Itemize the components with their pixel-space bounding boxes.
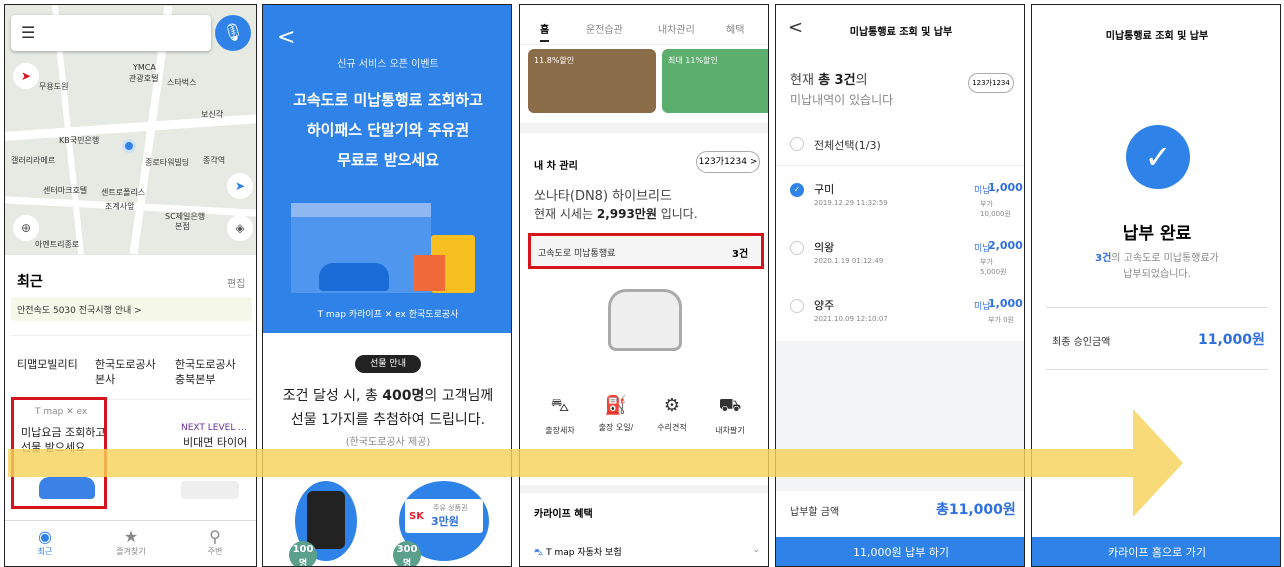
pay-button[interactable]: 11,000원 납부 하기	[776, 537, 1024, 566]
back-icon[interactable]: <	[277, 25, 295, 50]
home-button[interactable]: 카라이프 홈으로 가기	[1032, 537, 1280, 566]
recent-tile[interactable]: 티맵모빌리티	[17, 357, 78, 372]
event-label: 신규 서비스 오픈 이벤트	[337, 59, 439, 70]
poi-label: 아멘트리종로	[35, 240, 80, 249]
check-icon: ✓	[1126, 125, 1190, 189]
headline: 고속도로 미납통행료 조회하고 하이패스 단말기와 주유권 무료로 받으세요	[293, 91, 483, 169]
notice-banner[interactable]: 안전속도 5030 전국시행 안내 >	[11, 297, 252, 321]
poi-label: 스타벅스	[167, 78, 197, 87]
checkbox[interactable]	[790, 299, 804, 313]
search-bar[interactable]: ☰	[11, 15, 211, 51]
car-icon	[608, 289, 682, 351]
insurance-row[interactable]: ⛍ T map 자동차 보험 ⌄	[534, 545, 760, 559]
done-title: 납부 완료	[1122, 224, 1192, 244]
car-price: 현재 시세는 2,993만원 입니다.	[534, 207, 698, 221]
mic-icon[interactable]: 🎙	[215, 15, 251, 51]
recent-tile[interactable]: 한국도로공사 충북본부	[175, 357, 236, 387]
poi-label: 보신각	[201, 110, 224, 119]
menu-icon[interactable]: ☰	[21, 23, 35, 42]
nav-recent[interactable]: ◉ 최근	[15, 527, 75, 557]
checkbox[interactable]	[790, 241, 804, 255]
target-icon[interactable]: ⊕	[13, 215, 39, 241]
checkbox[interactable]	[790, 137, 804, 151]
tab-benefit[interactable]: 혜택	[726, 21, 744, 36]
flow-arrow	[8, 409, 1183, 517]
highlight-box	[528, 233, 764, 269]
pin-icon: ⚲	[209, 527, 221, 546]
recent-title: 최근	[17, 274, 43, 290]
star-icon: ★	[123, 527, 139, 546]
chevron-down-icon: ⌄	[752, 545, 760, 555]
summary-line-2: 미납내역이 있습니다	[790, 93, 894, 107]
done-msg-2: 납부되었습니다.	[1123, 269, 1191, 280]
plate-chip[interactable]: 123가1234	[968, 73, 1014, 93]
layers-icon[interactable]: ◈	[227, 215, 253, 241]
plate-button[interactable]: 123가1234 >	[696, 151, 760, 173]
poi-label: 본점	[175, 222, 190, 231]
poi-label: 관광호텔	[129, 74, 159, 83]
toll-gate-illustration	[291, 203, 431, 293]
poi-label: 조계사앞	[105, 202, 135, 211]
approve-amount: 11,000원	[1198, 332, 1265, 348]
poi-label: KB국민은행	[59, 136, 100, 145]
poi-label: 무용도원	[39, 82, 69, 91]
gift-badge: 선물 안내	[355, 355, 421, 373]
poi-label: 갤러리라메르	[11, 156, 56, 165]
poi-label: 센트로폴리스	[101, 188, 146, 197]
poi-label: 센터마크호텔	[43, 186, 88, 195]
compass-icon[interactable]: ➤	[13, 63, 39, 89]
badge-300: 300 명	[393, 541, 421, 566]
page-title: 미납통행료 조회 및 납부	[849, 27, 953, 38]
discount-card[interactable]: 최대 11%할인	[662, 49, 768, 113]
clock-icon: ◉	[38, 527, 52, 546]
poi-label: 종로타워빌딩	[145, 158, 190, 167]
section-title: 내 차 관리	[534, 161, 578, 172]
discount-card[interactable]: 11.8%할인	[528, 49, 656, 113]
nav-nearby[interactable]: ⚲ 주변	[185, 527, 245, 557]
tab-driving[interactable]: 운전습관	[586, 21, 623, 36]
toll-item[interactable]: 의왕 2020.1.19 01:12:49 미납 2,000 부가 5,000원	[790, 237, 1023, 293]
poi-label: YMCA	[133, 63, 156, 72]
gift-desc: 조건 달성 시, 총 400명의 고객님께	[282, 388, 494, 404]
tab-home[interactable]: 홈	[540, 21, 550, 42]
gift-box-icon	[413, 255, 445, 291]
tab-mycar[interactable]: 내차관리	[658, 21, 695, 36]
badge-100: 100 명	[289, 541, 317, 566]
toll-item[interactable]: ✓ 구미 2019.12.29 11:32:59 미납 1,000 부가 10,…	[790, 179, 1023, 235]
car-insurance-icon: ⛍	[534, 548, 547, 558]
checkbox-checked-icon[interactable]: ✓	[790, 183, 804, 197]
tab-bar: 홈 운전습관 내차관리 혜택	[520, 5, 768, 45]
nav-favorites[interactable]: ★ 즐겨찾기	[101, 527, 161, 557]
bottom-nav: ◉ 최근 ★ 즐겨찾기 ⚲ 주변	[5, 520, 256, 566]
poi-label: 종각역	[203, 156, 226, 165]
recent-tile[interactable]: 한국도로공사 본사	[95, 357, 156, 387]
gps-icon[interactable]: ➤	[227, 173, 253, 199]
done-msg: 3건의 고속도로 미납통행료가	[1095, 253, 1219, 264]
current-location-marker	[122, 139, 136, 153]
brand-line: T map 카라이프 ✕ ex 한국도로공사	[317, 310, 459, 320]
summary-line: 현재 총 3건의	[790, 73, 868, 88]
edit-link[interactable]: 편집	[227, 275, 245, 290]
car-model: 쏘나타(DN8) 하이브리드	[534, 189, 672, 204]
page-title: 미납통행료 조회 및 납부	[1105, 31, 1209, 42]
approve-label: 최종 승인금액	[1052, 337, 1111, 348]
notice-text: 안전속도 5030 전국시행 안내 >	[17, 306, 142, 316]
